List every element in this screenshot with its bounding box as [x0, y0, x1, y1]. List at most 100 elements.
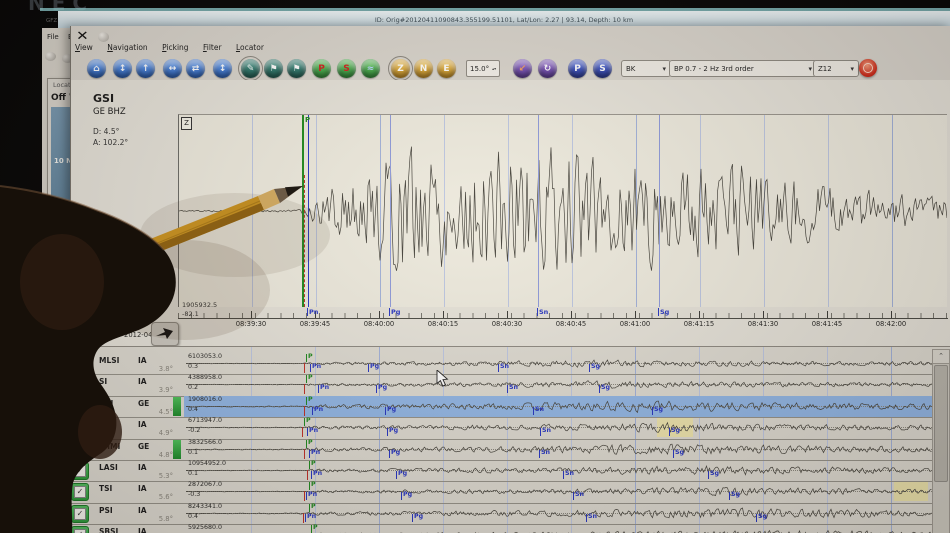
trace-area[interactable]: 8243341.0 0.4 P Pn Pg Sn Sg	[186, 503, 932, 524]
station-checkbox[interactable]: ✓	[71, 398, 89, 416]
bk-dropdown[interactable]: BK▾	[621, 60, 671, 77]
sn-phase-line[interactable]	[538, 115, 539, 307]
station-checkbox[interactable]: ✓	[71, 526, 89, 533]
phase-markers: P Pn Pg Sn Sg	[186, 503, 932, 524]
trace-row[interactable]: ✓ LHMI GE 4.8° 3832566.0 0.1 P Pn	[63, 439, 950, 461]
phase-markers: P Pn Pg Sn Sg	[186, 481, 932, 502]
pick-p-icon[interactable]: P	[312, 59, 331, 78]
sg-axis-label: Sg	[660, 308, 669, 316]
component-z-button[interactable]: Z	[391, 59, 410, 78]
trace-row[interactable]: ✓ SI IA 3.9° 4388958.0 0.2 P Pn Pg	[63, 374, 950, 396]
trace-area[interactable]: 5925680.0 -0.3 P Pn Pg Sn Sg	[186, 524, 932, 533]
pg-phase-line[interactable]	[390, 115, 391, 307]
component-e-button[interactable]: E	[437, 59, 456, 78]
scroll-up-icon[interactable]: ⌃	[933, 350, 949, 364]
trace-row[interactable]: ✓ SBSI IA 6.3° 5925680.0 -0.3 P Pn Pg	[63, 524, 950, 533]
amplitude-scale-icon[interactable]: ↕	[113, 59, 132, 78]
selected-trace-info: GSI GE BHZ D: 4.5° A: 102.2°	[93, 92, 128, 147]
rotate-icon[interactable]: ↙	[513, 59, 532, 78]
station-checkbox[interactable]: ✓	[71, 483, 89, 501]
menu-filter[interactable]: Filter	[203, 43, 222, 52]
trace-area[interactable]: 3832566.0 0.1 P Pn Pg Sn Sg	[186, 439, 932, 460]
network-code: IA	[138, 484, 147, 493]
menu-locator[interactable]: Locator	[236, 43, 264, 52]
station-checkbox[interactable]: ✓	[71, 376, 89, 394]
trace-row[interactable]: ✓ CSI IA 4.9° 6713947.0 -0.2 P Pn	[63, 417, 950, 439]
trace-area[interactable]: 10954952.0 0.1 P Pn Pg Sn Sg	[186, 460, 932, 481]
station-checkbox[interactable]: ✓	[71, 462, 89, 480]
time-scale-icon[interactable]: ↔	[163, 59, 182, 78]
sg-phase-line[interactable]	[659, 115, 660, 307]
scrollbar[interactable]: ⌃	[932, 349, 950, 533]
align-top-icon[interactable]: ↑	[136, 59, 155, 78]
scroll-down-icon[interactable]	[147, 266, 155, 271]
station-name: TSI	[99, 484, 112, 493]
trace-row-selected[interactable]: ✓ GSI GE 4.5° 1908016.0 0.4 P Pn	[63, 396, 950, 418]
toolbar-blob-icon	[45, 52, 56, 61]
origin-id-title: ID: Orig#20120411090843.355199.51101, La…	[375, 16, 633, 24]
network-code: GE	[138, 399, 149, 408]
trace-row[interactable]: ✓ MLSI IA 3.8° 6103053.0 0.3 P Pn Pg	[63, 353, 950, 375]
mouse-cursor	[436, 370, 450, 387]
zoom-trace-panel[interactable]: P Z	[178, 114, 947, 307]
trace-row[interactable]: ✓ PSI IA 5.8° 8243341.0 0.4 P Pn Pg	[63, 503, 950, 525]
angle-value: 15.0°	[470, 65, 489, 73]
trace-area[interactable]: 4388958.0 0.2 P Pn Pg Sn Sg	[186, 374, 932, 395]
flag-phase2-icon[interactable]: ⚑	[287, 59, 306, 78]
pn-phase-line[interactable]	[308, 115, 309, 307]
menu-file[interactable]: File	[47, 33, 59, 41]
station-checkbox[interactable]: ✓	[71, 355, 89, 373]
distance-badge: 4.8°	[143, 451, 173, 459]
distance-badge: 5.3°	[143, 472, 173, 480]
station-name: CSI	[99, 420, 113, 429]
station-checkbox[interactable]: ✓	[71, 441, 89, 459]
p-phase-line[interactable]	[302, 115, 304, 307]
network-code: IA	[138, 527, 147, 533]
auto-pick-icon[interactable]: ≈	[361, 59, 380, 78]
amplitude-max: 1905932.5	[182, 301, 217, 309]
station-name: SI	[99, 377, 107, 386]
network-code: IA	[138, 420, 147, 429]
commit-icon[interactable]	[859, 59, 877, 77]
trace-area[interactable]: 6103053.0 0.3 P Pn Pg Sn Sg	[186, 353, 932, 374]
trace-area[interactable]: 2872067.0 -0.3 P Pn Pg Sn Sg	[186, 481, 932, 502]
trace-area[interactable]: 6713947.0 -0.2 P Pn Pg Sn Sg	[186, 417, 932, 438]
picker-window: ✕ View Navigation Picking Filter Locator…	[70, 26, 950, 533]
trace-area[interactable]: 1908016.0 0.4 P Pn Pg Sn Sg	[186, 396, 932, 417]
trace-row[interactable]: ✓ LASI IA 5.3° 10954952.0 0.1 P Pn Pg	[63, 460, 950, 482]
window-button[interactable]	[98, 32, 109, 42]
menu-view[interactable]: View	[75, 43, 93, 52]
pick-mode-icon[interactable]: ✎	[241, 59, 260, 78]
align-trigger-icon[interactable]: ⇄	[186, 59, 205, 78]
filter-dropdown[interactable]: BP 0.7 - 2 Hz 3rd order▾	[669, 60, 817, 77]
station-checkbox[interactable]: ✓	[71, 419, 89, 437]
distance-badge: 3.9°	[143, 386, 173, 394]
menu-picking[interactable]: Picking	[162, 43, 189, 52]
scroll-up-icon[interactable]	[134, 252, 142, 257]
phase-markers: P Pn Pg Sn Sg	[186, 396, 932, 417]
scrollbar-thumb[interactable]	[934, 365, 948, 482]
theoretical-p-icon[interactable]: P	[568, 59, 587, 78]
chevron-down-icon: ▾	[662, 65, 666, 73]
spinner-arrows-icon[interactable]: ▴▾	[492, 67, 496, 71]
home-icon[interactable]: ⌂	[87, 59, 106, 78]
component-dropdown[interactable]: Z12▾	[813, 60, 859, 77]
row-height-icon[interactable]: ↕	[213, 59, 232, 78]
jump-to-pick-button[interactable]	[151, 322, 179, 346]
zoom-waveform	[179, 115, 947, 307]
angle-spinner[interactable]: 15.0° ▴▾	[466, 60, 500, 77]
network-code: GE	[138, 442, 149, 451]
station-name: MLSI	[99, 356, 119, 365]
trace-row[interactable]: ✓ TSI IA 5.6° 2872067.0 -0.3 P Pn	[63, 481, 950, 503]
quality-bar	[173, 440, 181, 459]
phase-markers: P Pn Pg Sn Sg	[186, 524, 932, 533]
menu-navigation[interactable]: Navigation	[107, 43, 147, 52]
rotate2-icon[interactable]: ↻	[538, 59, 557, 78]
component-n-button[interactable]: N	[414, 59, 433, 78]
station-checkbox[interactable]: ✓	[71, 505, 89, 523]
flag-phase-icon[interactable]: ⚑	[264, 59, 283, 78]
distance-badge: 4.9°	[143, 429, 173, 437]
distance-badge: 5.8°	[143, 515, 173, 523]
theoretical-s-icon[interactable]: S	[593, 59, 612, 78]
pick-s-icon[interactable]: S	[337, 59, 356, 78]
